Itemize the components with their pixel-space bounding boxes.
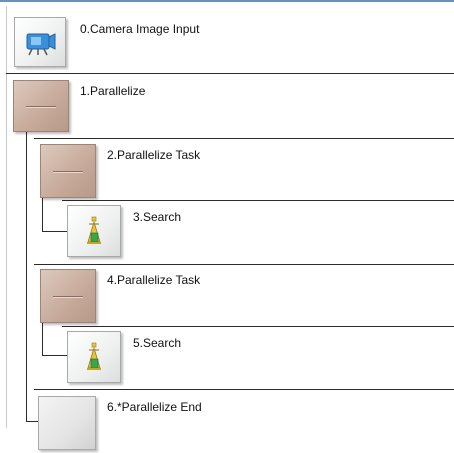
camera-icon-button[interactable] (14, 17, 66, 67)
parallelize-icon-button[interactable] (13, 80, 69, 132)
flow-item-label: 3.Search (133, 210, 182, 224)
parallelize-task-icon-button[interactable] (40, 269, 96, 323)
tree-connector (42, 198, 43, 232)
tree-connector (42, 320, 43, 356)
parallelize-icon (26, 105, 56, 107)
row-separator (34, 389, 454, 390)
row-separator (34, 138, 454, 139)
parallelize-task-icon (53, 170, 83, 172)
row-separator (6, 73, 454, 74)
row-separator (62, 200, 454, 201)
tree-connector (26, 130, 27, 422)
tree-connector (42, 355, 67, 356)
tree-connector (42, 231, 67, 232)
camera-icon (26, 33, 56, 56)
search-icon (87, 216, 101, 244)
flow-item-label: 5.Search (133, 336, 182, 350)
tree-connector (26, 421, 38, 422)
row-separator (62, 326, 454, 327)
scene-flow-panel: 0.Camera Image Input 1.Parallelize 2.Par… (0, 0, 454, 453)
parallelize-task-icon (53, 295, 83, 297)
panel-left-edge (6, 6, 7, 428)
flow-item-label: 0.Camera Image Input (80, 22, 200, 36)
parallelize-task-icon-button[interactable] (40, 144, 96, 198)
flow-item-label: 6.*Parallelize End (107, 400, 202, 414)
search-icon-button[interactable] (67, 205, 121, 257)
panel-top-border (0, 0, 454, 2)
parallelize-end-icon-button[interactable] (38, 396, 96, 450)
row-separator (34, 264, 454, 265)
search-icon-button[interactable] (67, 331, 121, 383)
flow-item-label: 1.Parallelize (80, 84, 146, 98)
search-icon (87, 342, 101, 370)
flow-item-label: 4.Parallelize Task (107, 273, 201, 287)
flow-item-label: 2.Parallelize Task (107, 148, 201, 162)
